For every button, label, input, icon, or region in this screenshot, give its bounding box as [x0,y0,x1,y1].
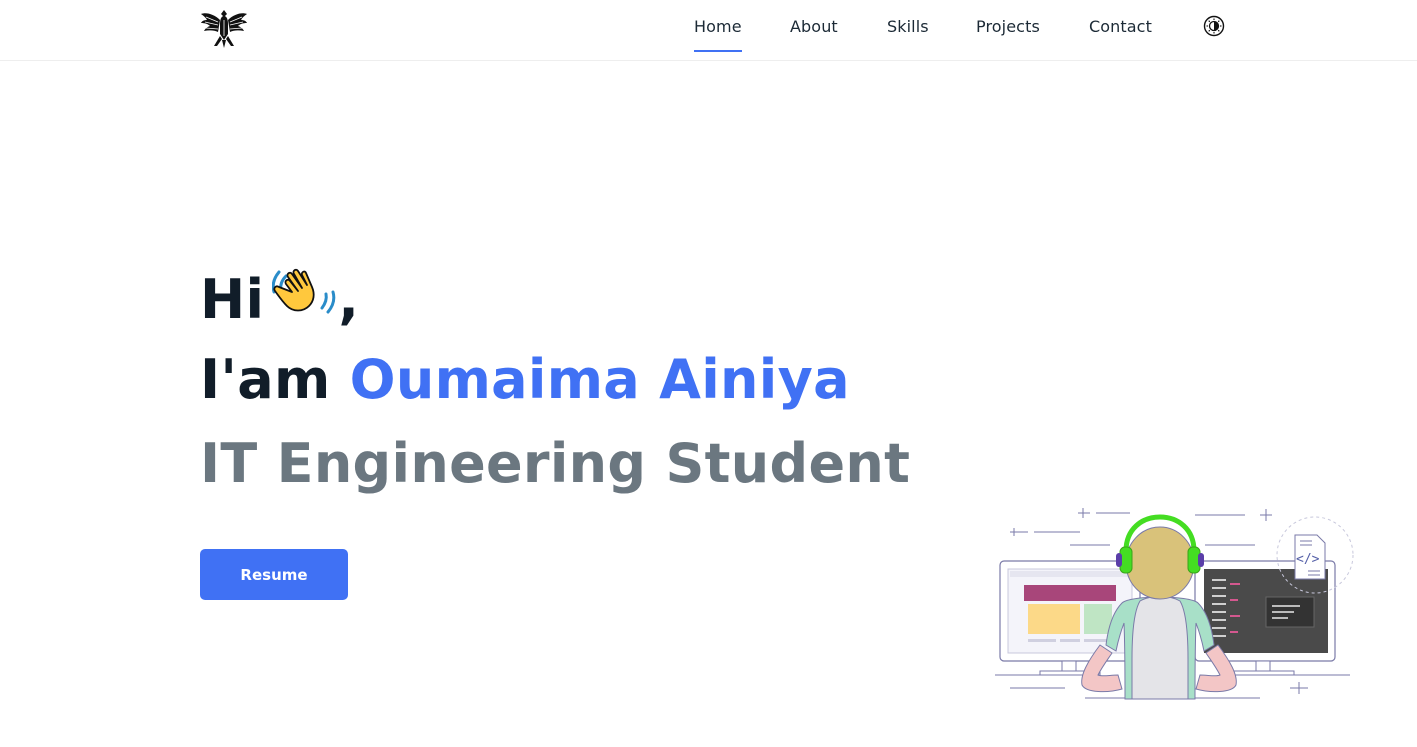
greeting-comma: , [338,268,360,331]
nav-link-projects[interactable]: Projects [976,17,1040,36]
intro-heading: I'am Oumaima Ainiya [200,348,850,411]
resume-button[interactable]: Resume [200,549,348,600]
greeting-heading: Hi , [200,262,359,331]
developer-at-monitors-illustration: </> [995,508,1354,700]
nav-link-about[interactable]: About [790,17,838,36]
greeting-text: Hi [200,268,265,331]
waving-hand-icon [272,268,336,314]
person-name: Oumaima Ainiya [349,348,850,411]
theme-toggle-icon[interactable] [1203,15,1225,37]
code-symbol: </> [1296,552,1320,567]
nav-link-home[interactable]: Home [694,17,742,52]
nav-link-skills[interactable]: Skills [887,17,929,36]
intro-prefix: I'am [200,348,331,411]
navbar: Home About Skills Projects Contact [0,0,1417,61]
nav-link-contact[interactable]: Contact [1089,17,1152,36]
role-heading: IT Engineering Student [200,432,911,495]
